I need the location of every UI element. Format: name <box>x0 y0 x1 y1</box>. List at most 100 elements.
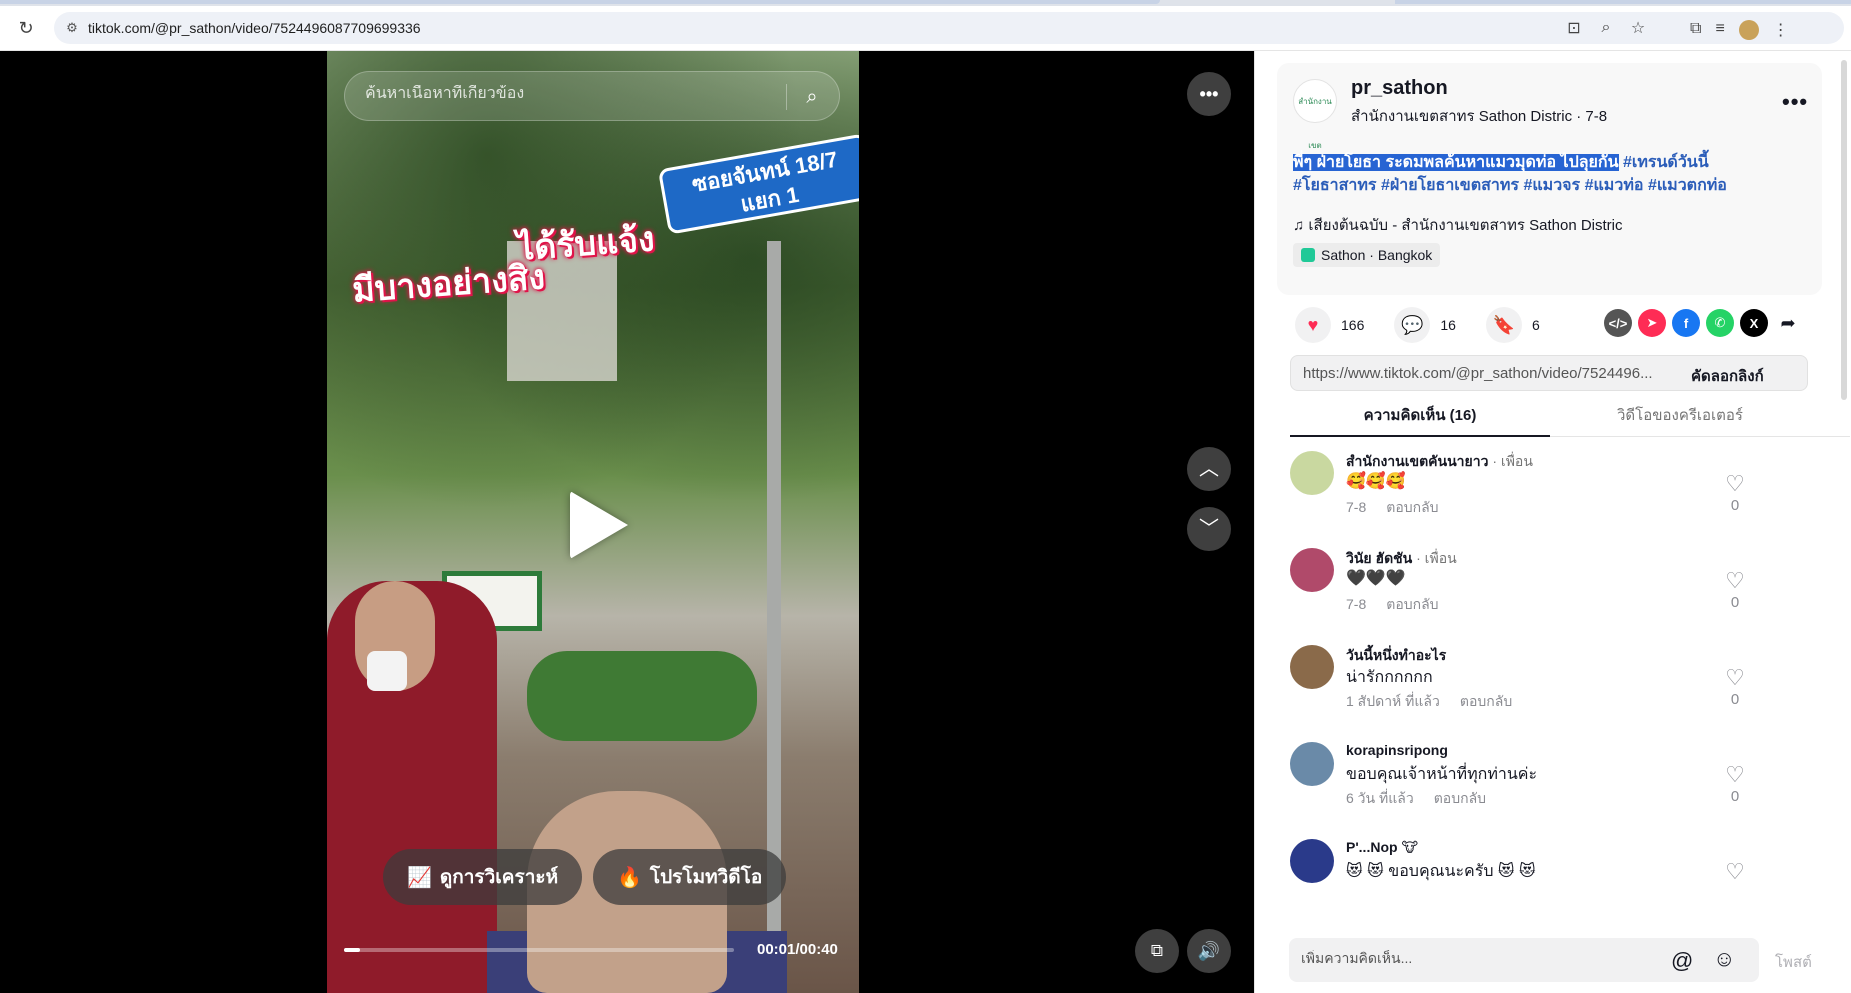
location-chip[interactable]: Sathon · Bangkok <box>1293 243 1441 267</box>
comment-input[interactable] <box>1301 950 1661 966</box>
comment-icon: 💬 <box>1394 307 1431 343</box>
commenter-name[interactable]: P'...Nop 🐮 <box>1346 839 1418 856</box>
commenter-name[interactable]: วันนี้หนึ่งทำอะไร <box>1346 645 1446 667</box>
page-scrollbar[interactable] <box>1841 60 1847 400</box>
commenter-name[interactable]: สำนักงานเขตคันนายาว · เพื่อน <box>1346 451 1533 473</box>
commenter-avatar[interactable] <box>1290 839 1334 883</box>
site-info-icon[interactable]: ⚙ <box>64 20 80 36</box>
video-player[interactable]: ซอยจันทน์ 18/7 แยก 1 ได้รับแจ้ง มีบางอย่… <box>327 51 859 993</box>
analytics-label: ดูการวิเคราะห์ <box>439 867 559 888</box>
video-progress-fill <box>344 948 360 952</box>
video-search-input[interactable] <box>365 85 765 103</box>
tab-creator-videos[interactable]: วิดีโอของครีเอเตอร์ <box>1550 397 1810 437</box>
commenter-name[interactable]: วินัย ฮัดชัน · เพื่อน <box>1346 548 1457 570</box>
music-info[interactable]: ♫ เสียงต้นฉบับ - สำนักงานเขตสาทร Sathon … <box>1293 213 1623 237</box>
commenter-avatar[interactable] <box>1290 548 1334 592</box>
emoji-icon[interactable]: ☺ <box>1713 946 1735 972</box>
url-text[interactable]: tiktok.com/@pr_sathon/video/752449608770… <box>88 20 421 36</box>
comment-text: ขอบคุณเจ้าหน้าที่ทุกท่านค่ะ <box>1346 766 1538 783</box>
post-comment-button[interactable]: โพสต์ <box>1775 950 1812 974</box>
browser-tab[interactable] <box>1395 0 1851 4</box>
save-button[interactable]: 🔖 6 <box>1485 307 1540 343</box>
engagement-actions: ♥ 166 💬 16 🔖 6 <box>1295 305 1570 345</box>
whatsapp-icon[interactable]: ✆ <box>1706 309 1734 337</box>
reply-button[interactable]: ตอบกลับ <box>1386 499 1438 515</box>
commenter-avatar[interactable] <box>1290 451 1334 495</box>
commenter-avatar[interactable] <box>1290 645 1334 689</box>
author-display-name: สำนักงานเขตสาทร Sathon Distric · 7-8 <box>1351 108 1608 125</box>
picture-in-picture-icon[interactable]: ⧉ <box>1135 929 1179 973</box>
profile-avatar[interactable] <box>1738 20 1759 40</box>
browser-menu-icon[interactable]: ⋮ <box>1773 20 1789 40</box>
heart-outline-icon[interactable]: ♡ <box>1720 665 1750 691</box>
bookmark-star-icon[interactable]: ☆ <box>1622 18 1654 38</box>
browser-toolbar: ↻ ⚙ tiktok.com/@pr_sathon/video/75244960… <box>0 6 1851 51</box>
post-more-icon[interactable]: ••• <box>1782 89 1808 115</box>
x-twitter-icon[interactable]: X <box>1740 309 1768 337</box>
play-icon[interactable] <box>570 491 628 559</box>
embed-icon[interactable]: </> <box>1604 309 1632 337</box>
reply-button[interactable]: ตอบกลับ <box>1434 790 1486 806</box>
like-button[interactable]: ♥ 166 <box>1295 307 1364 343</box>
browser-tab[interactable] <box>0 0 1160 4</box>
comment-item: สำนักงานเขตคันนายาว · เพื่อน 🥰🥰🥰 7-8 ตอบกลั… <box>1290 451 1830 533</box>
analytics-button[interactable]: 📈 ดูการวิเคราะห์ <box>383 849 583 905</box>
comment-like-count: 0 <box>1730 788 1740 805</box>
author-username[interactable]: pr_sathon <box>1351 77 1448 100</box>
comment-time: 1 สัปดาห์ ที่แล้ว <box>1346 693 1440 709</box>
comment-meta: 7-8 ตอบกลับ <box>1346 497 1439 519</box>
comment-count: 16 <box>1440 317 1456 333</box>
comment-item: korapinsripong ขอบคุณเจ้าหน้าที่ทุกท่านค่… <box>1290 742 1830 824</box>
hashtag-line2[interactable]: #โยธาสาทร #ฝ่ายโยธาเขตสาทร #แมวจร #แมวท่… <box>1293 177 1727 194</box>
comment-button[interactable]: 💬 16 <box>1394 307 1456 343</box>
heart-outline-icon[interactable]: ♡ <box>1720 859 1750 885</box>
send-to-friends-icon[interactable]: ➤ <box>1638 309 1666 337</box>
address-bar-actions: ⊡ ⌕ ☆ <box>1558 12 1654 44</box>
facebook-icon[interactable]: f <box>1672 309 1700 337</box>
tab-comments[interactable]: ความคิดเห็น (16) <box>1290 397 1550 437</box>
comment-like-count: 0 <box>1730 594 1740 611</box>
friend-badge: · เพื่อน <box>1412 550 1457 566</box>
like-count: 166 <box>1341 317 1365 333</box>
media-controls-icon[interactable]: ≡ <box>1715 20 1724 40</box>
flame-icon: 🔥 <box>617 866 642 889</box>
chevron-down-icon[interactable]: ﹀ <box>1187 507 1231 551</box>
zoom-icon[interactable]: ⌕ <box>1590 19 1622 37</box>
hashtag-line1[interactable]: #เทรนด์วันนี้ <box>1619 154 1709 171</box>
comment-meta: 6 วัน ที่แล้ว ตอบกลับ <box>1346 788 1486 810</box>
comment-like-count: 0 <box>1730 691 1740 708</box>
chart-icon: 📈 <box>407 866 432 889</box>
commenter-name[interactable]: korapinsripong <box>1346 742 1448 758</box>
install-app-icon[interactable]: ⊡ <box>1558 18 1590 38</box>
comment-item: วันนี้หนึ่งทำอะไร น่ารักกกกกก 1 สัปดาห์ ที… <box>1290 645 1830 727</box>
mention-icon[interactable]: @ <box>1671 948 1693 974</box>
copy-link-button[interactable]: คัดลอกลิงก์ <box>1691 364 1764 388</box>
reply-button[interactable]: ตอบกลับ <box>1386 596 1438 612</box>
reload-icon[interactable]: ↻ <box>16 18 36 38</box>
heart-outline-icon[interactable]: ♡ <box>1720 568 1750 594</box>
comment-input-box: @ ☺ <box>1289 938 1759 982</box>
heart-icon: ♥ <box>1295 307 1331 343</box>
comment-list: สำนักงานเขตคันนายาว · เพื่อน 🥰🥰🥰 7-8 ตอบกลั… <box>1290 451 1830 956</box>
more-options-icon[interactable]: ••• <box>1187 72 1231 116</box>
author-avatar[interactable]: สำนักงานเขต <box>1293 79 1337 150</box>
video-link[interactable]: https://www.tiktok.com/@pr_sathon/video/… <box>1303 365 1683 382</box>
extension-icons: ⧉ ≡ ⋮ <box>1690 20 1789 40</box>
address-bar[interactable]: ⚙ tiktok.com/@pr_sathon/video/7524496087… <box>54 12 1844 44</box>
comment-meta: 1 สัปดาห์ ที่แล้ว ตอบกลับ <box>1346 691 1512 713</box>
chevron-up-icon[interactable]: ︿ <box>1187 447 1231 491</box>
heart-outline-icon[interactable]: ♡ <box>1720 471 1750 497</box>
music-note-icon: ♫ <box>1293 217 1305 234</box>
video-progress-bar[interactable] <box>344 948 734 952</box>
heart-outline-icon[interactable]: ♡ <box>1720 762 1750 788</box>
comment-meta: 7-8 ตอบกลับ <box>1346 594 1439 616</box>
search-icon[interactable]: ⌕ <box>797 82 827 112</box>
volume-icon[interactable]: 🔊 <box>1187 929 1231 973</box>
post-info-card: สำนักงานเขต pr_sathon สำนักงานเขตสาทร Sa… <box>1277 63 1822 295</box>
comment-time: 7-8 <box>1346 596 1367 612</box>
commenter-avatar[interactable] <box>1290 742 1334 786</box>
extensions-icon[interactable]: ⧉ <box>1690 20 1701 40</box>
reply-button[interactable]: ตอบกลับ <box>1460 693 1512 709</box>
share-arrow-icon[interactable]: ➦ <box>1774 309 1802 337</box>
promote-video-button[interactable]: 🔥 โปรโมทวิดีโอ <box>593 849 787 905</box>
